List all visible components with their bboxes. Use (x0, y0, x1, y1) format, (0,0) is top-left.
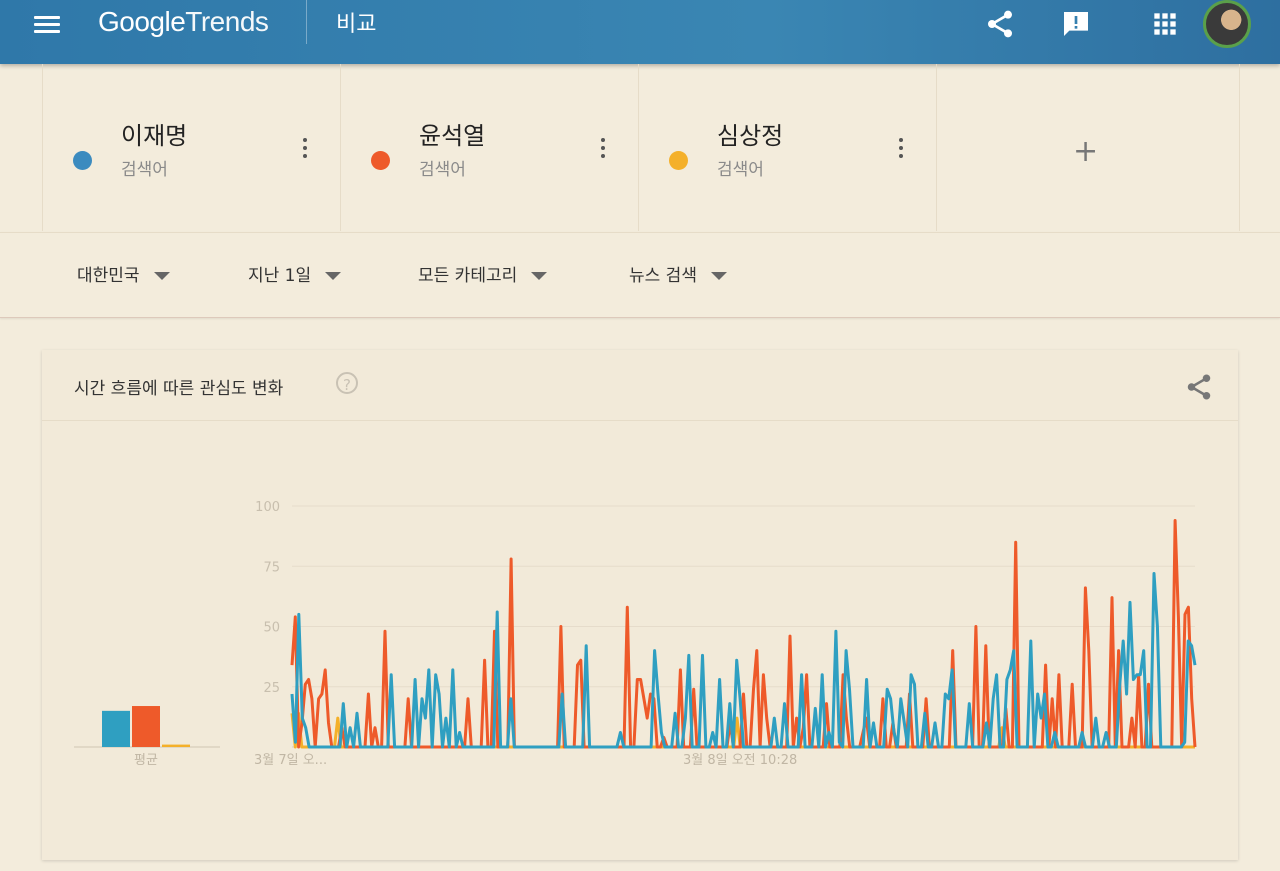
time-filter-label: 지난 1일 (248, 266, 312, 286)
search-type-filter[interactable]: 뉴스 검색 (629, 261, 727, 286)
term-type: 검색어 (419, 160, 466, 180)
more-options-icon[interactable] (597, 136, 609, 160)
share-icon[interactable] (984, 8, 1016, 40)
term-card-3[interactable]: 심상정 검색어 (639, 64, 937, 231)
average-bar-심상정 (162, 744, 190, 747)
more-options-icon[interactable] (895, 136, 907, 160)
add-term-card[interactable]: + (937, 64, 1235, 231)
trend-chart[interactable]: 100 75 50 25 3월 7일 오... 3월 8일 오전 10:28 평균 (42, 350, 1238, 860)
term-color-dot (371, 151, 390, 170)
header-divider (306, 0, 307, 44)
region-filter-label: 대한민국 (77, 266, 140, 286)
google-trends-logo[interactable]: GoogleTrends (98, 6, 269, 38)
apps-grid-icon[interactable] (1149, 8, 1181, 40)
filter-bar: 대한민국 지난 1일 모든 카테고리 뉴스 검색 (0, 232, 1280, 318)
brand-trends: Trends (185, 6, 269, 37)
average-bar-이재명 (102, 710, 130, 747)
average-label: 평균 (134, 753, 158, 768)
comparison-terms: 이재명 검색어 윤석열 검색어 심상정 검색어 + (42, 64, 1240, 231)
term-type: 검색어 (717, 160, 764, 180)
term-card-2[interactable]: 윤석열 검색어 (341, 64, 639, 231)
menu-icon[interactable] (34, 13, 60, 35)
term-card-1[interactable]: 이재명 검색어 (43, 64, 341, 231)
page-title: 비교 (336, 12, 377, 37)
x-tick-label: 3월 7일 오... (254, 753, 327, 768)
dropdown-arrow-icon (325, 272, 342, 280)
category-filter[interactable]: 모든 카테고리 (418, 261, 548, 286)
top-app-bar: GoogleTrends 비교 (0, 0, 1280, 64)
dropdown-arrow-icon (153, 272, 170, 280)
interest-over-time-panel: 시간 흐름에 따른 관심도 변화 ? 100 75 50 25 3월 7일 오... 3월… (42, 350, 1238, 860)
y-tick-label: 25 (263, 681, 280, 696)
category-filter-label: 모든 카테고리 (418, 266, 518, 286)
y-tick-label: 50 (263, 621, 280, 636)
average-bar-윤석열 (132, 706, 160, 747)
brand-google: Google (98, 6, 186, 37)
series-line-윤석열 (290, 519, 1197, 749)
more-options-icon[interactable] (299, 136, 311, 160)
x-tick-label: 3월 8일 오전 10:28 (683, 753, 797, 768)
term-name: 윤석열 (419, 122, 486, 150)
term-color-dot (73, 151, 92, 170)
term-type: 검색어 (121, 160, 168, 180)
time-filter[interactable]: 지난 1일 (248, 261, 342, 286)
y-tick-label: 75 (263, 560, 280, 575)
term-name: 이재명 (121, 122, 188, 150)
dropdown-arrow-icon (531, 272, 548, 280)
add-icon[interactable]: + (1073, 134, 1098, 169)
region-filter[interactable]: 대한민국 (77, 261, 170, 286)
feedback-icon[interactable] (1060, 8, 1092, 40)
account-avatar[interactable] (1203, 0, 1251, 48)
y-tick-label: 100 (255, 500, 280, 515)
dropdown-arrow-icon (710, 272, 727, 280)
term-name: 심상정 (717, 122, 784, 150)
term-color-dot (669, 151, 688, 170)
search-type-filter-label: 뉴스 검색 (629, 266, 697, 286)
